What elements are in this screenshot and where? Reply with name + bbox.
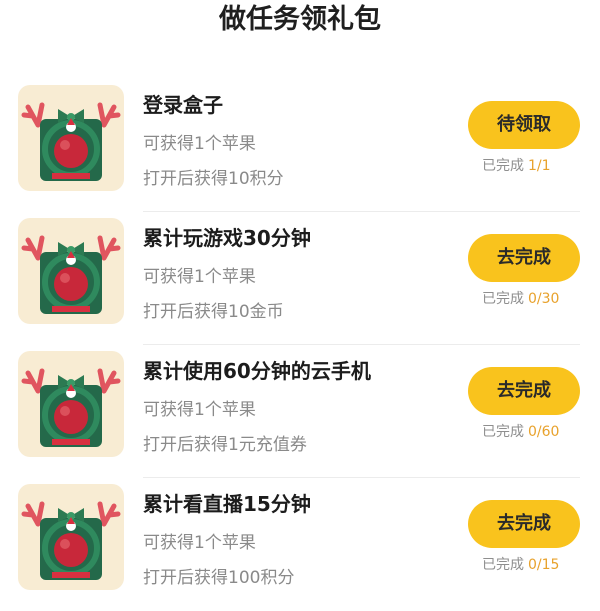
progress-label: 已完成	[482, 557, 524, 573]
progress-status: 已完成 1/1	[482, 155, 551, 175]
progress-status: 已完成 0/30	[482, 288, 559, 308]
progress-value: 1/1	[528, 158, 551, 174]
page-title: 做任务领礼包	[219, 4, 381, 35]
task-bonus: 打开后获得100积分	[143, 568, 295, 588]
task-title: 累计看直播15分钟	[143, 492, 311, 516]
christmas-apple-gift-icon	[18, 351, 124, 457]
task-title: 累计使用60分钟的云手机	[143, 359, 371, 383]
task-reward: 可获得1个苹果	[143, 134, 256, 154]
claim-button[interactable]: 待领取	[468, 101, 580, 149]
christmas-apple-gift-icon	[18, 484, 124, 590]
go-complete-button[interactable]: 去完成	[468, 500, 580, 548]
progress-value: 0/30	[528, 291, 560, 307]
go-complete-button[interactable]: 去完成	[468, 367, 580, 415]
task-reward: 可获得1个苹果	[143, 533, 256, 553]
task-title: 登录盒子	[143, 93, 223, 117]
task-row: 累计使用60分钟的云手机 可获得1个苹果 打开后获得1元充值券 去完成 已完成 0…	[0, 345, 600, 478]
task-title: 累计玩游戏30分钟	[143, 226, 311, 250]
progress-value: 0/60	[528, 424, 560, 440]
task-reward: 可获得1个苹果	[143, 400, 256, 420]
task-row: 登录盒子 可获得1个苹果 打开后获得10积分 待领取 已完成 1/1	[0, 79, 600, 212]
task-row: 累计看直播15分钟 可获得1个苹果 打开后获得100积分 去完成 已完成 0/15	[0, 478, 600, 611]
progress-status: 已完成 0/15	[482, 554, 559, 574]
progress-value: 0/15	[528, 557, 560, 573]
task-bonus: 打开后获得10积分	[143, 169, 284, 189]
christmas-apple-gift-icon	[18, 218, 124, 324]
task-list: 登录盒子 可获得1个苹果 打开后获得10积分 待领取 已完成 1/1 累计玩游戏…	[0, 79, 600, 611]
progress-label: 已完成	[482, 424, 524, 440]
progress-label: 已完成	[482, 158, 524, 174]
christmas-apple-gift-icon	[18, 85, 124, 191]
task-bonus: 打开后获得1元充值券	[143, 435, 307, 455]
task-reward: 可获得1个苹果	[143, 267, 256, 287]
progress-label: 已完成	[482, 291, 524, 307]
progress-status: 已完成 0/60	[482, 421, 559, 441]
go-complete-button[interactable]: 去完成	[468, 234, 580, 282]
task-bonus: 打开后获得10金币	[143, 302, 284, 322]
task-row: 累计玩游戏30分钟 可获得1个苹果 打开后获得10金币 去完成 已完成 0/30	[0, 212, 600, 345]
